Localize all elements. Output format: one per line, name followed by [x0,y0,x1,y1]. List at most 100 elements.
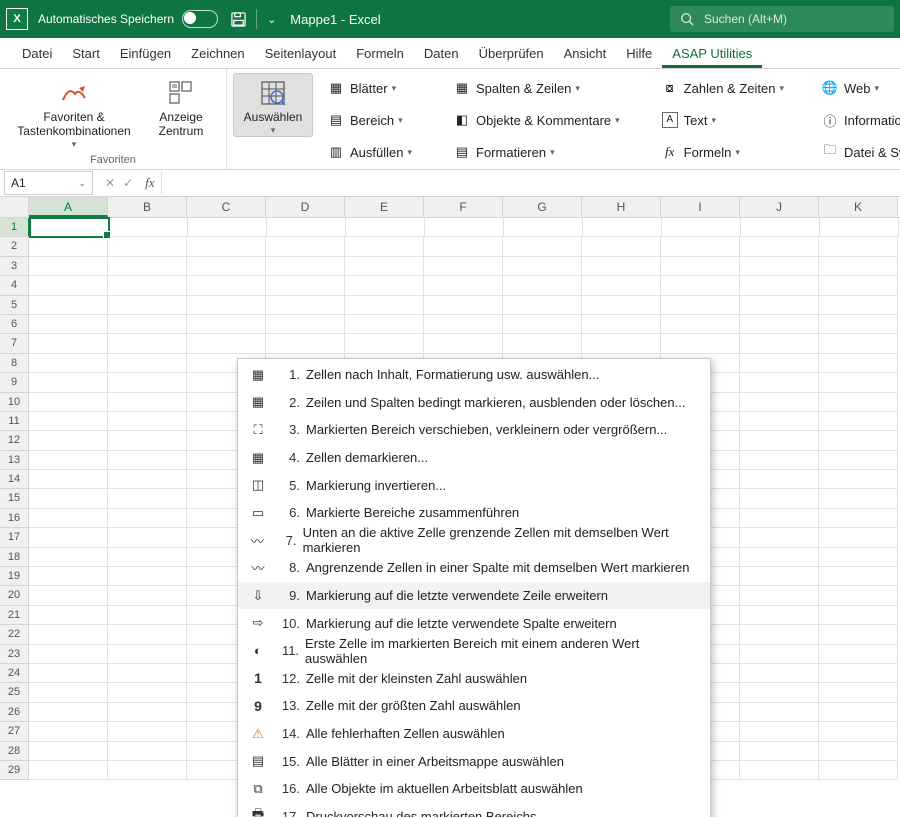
cell[interactable] [345,257,424,276]
cell[interactable] [582,257,661,276]
cell[interactable] [108,412,187,431]
tab-seitenlayout[interactable]: Seitenlayout [255,40,347,68]
cell[interactable] [266,257,345,276]
cell[interactable] [345,315,424,334]
cell[interactable] [819,412,898,431]
cell[interactable] [740,683,819,702]
cell[interactable] [583,218,662,237]
column-header[interactable]: I [661,197,740,217]
cell[interactable] [740,431,819,450]
row-header[interactable]: 26 [0,703,29,722]
cell[interactable] [503,237,582,256]
menu-item-15[interactable]: ▤15.Alle Blätter in einer Arbeitsmappe a… [238,747,710,775]
cell[interactable] [819,431,898,450]
cell[interactable] [187,315,266,334]
cell[interactable] [424,257,503,276]
cell[interactable] [424,315,503,334]
row-header[interactable]: 24 [0,664,29,683]
cell[interactable] [187,257,266,276]
cell[interactable] [740,237,819,256]
objekte-button[interactable]: ◧Objekte & Kommentare▾ [447,105,627,135]
cell[interactable] [29,742,108,761]
cell[interactable] [29,373,108,392]
cell[interactable] [740,509,819,528]
cell[interactable] [188,218,267,237]
cell[interactable] [740,586,819,605]
cell[interactable] [819,276,898,295]
cell[interactable] [504,218,583,237]
cell[interactable] [108,431,187,450]
menu-item-12[interactable]: 112.Zelle mit der kleinsten Zahl auswähl… [238,665,710,693]
menu-item-14[interactable]: ⚠14.Alle fehlerhaften Zellen auswählen [238,720,710,748]
row-header[interactable]: 1 [0,218,30,237]
column-header[interactable]: K [819,197,898,217]
cell[interactable] [29,334,108,353]
cell[interactable] [29,664,108,683]
cell[interactable] [108,276,187,295]
cell[interactable] [740,412,819,431]
column-header[interactable]: J [740,197,819,217]
row-header[interactable]: 4 [0,276,29,295]
cell[interactable] [740,470,819,489]
cell[interactable] [503,276,582,295]
cell[interactable] [819,742,898,761]
cell[interactable] [29,625,108,644]
auswaehlen-button[interactable]: Auswählen ▾ [233,73,313,137]
spalten-zeilen-button[interactable]: ▦Spalten & Zeilen▾ [447,73,627,103]
ausfuellen-button[interactable]: ▥Ausfüllen▾ [321,137,419,167]
cell[interactable] [29,354,108,373]
name-box[interactable]: A1 ⌄ [4,171,93,195]
datei-system-button[interactable]: 🗀Datei & System▾ [815,137,900,167]
menu-item-9[interactable]: ⇩9.Markierung auf die letzte verwendete … [238,582,710,610]
row-header[interactable]: 12 [0,431,29,450]
row-header[interactable]: 9 [0,373,29,392]
row-header[interactable]: 28 [0,742,29,761]
cell[interactable] [108,606,187,625]
cell[interactable] [662,218,741,237]
cell[interactable] [345,296,424,315]
cell[interactable] [819,586,898,605]
row-header[interactable]: 7 [0,334,29,353]
row-header[interactable]: 16 [0,509,29,528]
cell[interactable] [266,296,345,315]
cell[interactable] [819,257,898,276]
cell[interactable] [819,509,898,528]
cell[interactable] [819,354,898,373]
column-header[interactable]: G [503,197,582,217]
cell[interactable] [108,567,187,586]
cell[interactable] [740,703,819,722]
cell[interactable] [108,237,187,256]
cell[interactable] [266,334,345,353]
row-header[interactable]: 2 [0,237,29,256]
cell[interactable] [661,257,740,276]
cell[interactable] [819,315,898,334]
cancel-formula-icon[interactable]: ✕ [105,176,115,190]
cell[interactable] [29,237,108,256]
cell[interactable] [29,528,108,547]
tab-einfügen[interactable]: Einfügen [110,40,181,68]
cell[interactable] [29,451,108,470]
cell[interactable] [29,431,108,450]
cell[interactable] [108,354,187,373]
tab-daten[interactable]: Daten [414,40,469,68]
menu-item-6[interactable]: ▭6.Markierte Bereiche zusammenführen [238,499,710,527]
column-header[interactable]: F [424,197,503,217]
column-header[interactable]: H [582,197,661,217]
row-header[interactable]: 14 [0,470,29,489]
cell[interactable] [740,606,819,625]
text-button[interactable]: AText▾ [655,105,791,135]
cell[interactable] [503,257,582,276]
cell[interactable] [424,237,503,256]
informationen-button[interactable]: ⓘInformationen▾ [815,105,900,135]
cell[interactable] [740,354,819,373]
bereich-button[interactable]: ▤Bereich▾ [321,105,419,135]
cell[interactable] [187,334,266,353]
column-header[interactable]: C [187,197,266,217]
cell[interactable] [30,218,109,237]
anzeige-zentrum-button[interactable]: Anzeige Zentrum [142,73,220,151]
cell[interactable] [187,296,266,315]
cell[interactable] [661,237,740,256]
cell[interactable] [29,412,108,431]
cell[interactable] [424,296,503,315]
tab-start[interactable]: Start [62,40,109,68]
